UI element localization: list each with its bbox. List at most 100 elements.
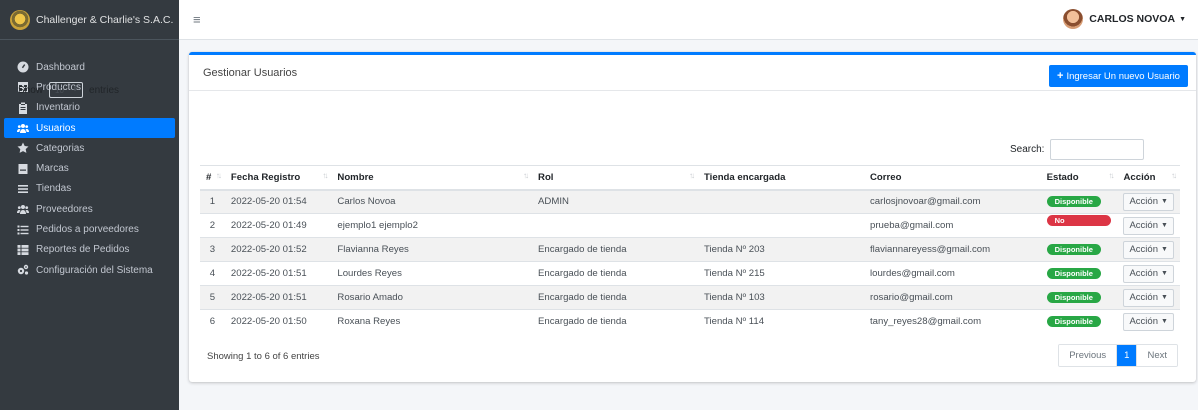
cell-correo: lourdes@gmail.com: [864, 261, 1041, 286]
caret-down-icon: ▼: [1160, 222, 1168, 229]
header-correo[interactable]: Correo: [864, 165, 1041, 191]
sort-icon: ↑↓: [215, 171, 222, 180]
action-dropdown-button[interactable]: Acción ▼: [1123, 288, 1174, 307]
entries-label: entries: [89, 84, 120, 96]
status-badge: No Disponible: [1046, 214, 1112, 236]
header-rol[interactable]: Rol ↑↓: [532, 165, 698, 191]
box-icon: [16, 163, 30, 175]
show-label: Show: [18, 84, 44, 96]
cell-estado: Disponible: [1040, 189, 1118, 214]
sidebar-item-proveedores[interactable]: Proveedores: [4, 199, 175, 219]
cell-accion: Acción ▼: [1117, 213, 1180, 238]
table-row: 5 2022-05-20 01:51 Rosario Amado Encarga…: [200, 285, 1180, 310]
header-num[interactable]: # ↑↓: [200, 165, 225, 191]
list-icon: [16, 224, 30, 236]
table-row: 6 2022-05-20 01:50 Roxana Reyes Encargad…: [200, 309, 1180, 334]
th-list-icon: [16, 244, 30, 256]
users-icon: [16, 122, 30, 134]
sidebar-item-label: Usuarios: [36, 122, 76, 134]
length-control: Show 10 ⬍ entries: [18, 82, 119, 98]
cell-correo: prueba@gmail.com: [864, 213, 1041, 238]
menu-toggle-icon[interactable]: ≡: [193, 12, 201, 27]
cell-nombre: Lourdes Reyes: [331, 261, 533, 286]
cell-fecha: 2022-05-20 01:50: [224, 309, 332, 334]
entries-value: 10: [55, 85, 64, 95]
sort-icon: ↑↓: [1171, 171, 1177, 180]
header-estado[interactable]: Estado ↑↓: [1040, 165, 1118, 191]
search-input[interactable]: [1050, 139, 1145, 160]
cell-nombre: Rosario Amado: [331, 285, 533, 310]
cell-fecha: 2022-05-20 01:51: [224, 261, 332, 286]
sort-icon: ↑↓: [523, 171, 529, 180]
action-dropdown-button[interactable]: Acción ▼: [1123, 240, 1174, 259]
action-dropdown-button[interactable]: Acción ▼: [1123, 192, 1174, 211]
cell-accion: Acción ▼: [1117, 285, 1180, 310]
cell-tienda: [698, 189, 864, 214]
action-dropdown-button[interactable]: Acción ▼: [1123, 216, 1174, 235]
sidebar-item-reportes[interactable]: Reportes de Pedidos: [4, 240, 175, 260]
cell-correo: flaviannareyess@gmail.com: [864, 237, 1041, 262]
cell-num: 4: [200, 261, 225, 286]
cell-accion: Acción ▼: [1117, 261, 1180, 286]
cell-estado: Disponible: [1040, 237, 1118, 262]
sort-icon: ↑↓: [1108, 171, 1114, 180]
sidebar-item-tiendas[interactable]: Tiendas: [4, 179, 175, 199]
pagination-previous[interactable]: Previous: [1059, 345, 1117, 366]
cell-estado: No Disponible: [1040, 213, 1118, 238]
sort-icon: ↑↓: [689, 171, 695, 180]
sidebar-item-configuracion[interactable]: Configuración del Sistema: [4, 260, 175, 280]
sidebar-item-marcas[interactable]: Marcas: [4, 158, 175, 178]
table-header-row: # ↑↓ Fecha Registro ↑↓ Nombre ↑↓ Rol ↑↓ Tien…: [200, 165, 1180, 191]
header-accion[interactable]: Acción ↑↓: [1117, 165, 1180, 191]
cogs-icon: [16, 264, 30, 276]
table-info: Showing 1 to 6 of 6 entries: [207, 351, 320, 362]
brand-logo: [10, 9, 30, 30]
table-row: 3 2022-05-20 01:52 Flavianna Reyes Encar…: [200, 237, 1180, 262]
status-badge: Disponible: [1046, 292, 1101, 303]
add-user-button-label: Ingresar Un nuevo Usuario: [1066, 70, 1180, 82]
pagination-page-1[interactable]: 1: [1116, 345, 1137, 366]
cell-rol: ADMIN: [532, 189, 698, 214]
pagination-next[interactable]: Next: [1136, 345, 1177, 366]
user-menu[interactable]: CARLOS NOVOA ▼: [1063, 9, 1186, 29]
cell-estado: Disponible: [1040, 285, 1118, 310]
sidebar-item-inventario[interactable]: Inventario: [4, 98, 175, 118]
sidebar-item-dashboard[interactable]: Dashboard: [4, 57, 175, 77]
cell-num: 2: [200, 213, 225, 238]
sidebar-item-label: Marcas: [36, 163, 69, 175]
sidebar-item-label: Pedidos a porveedores: [36, 224, 139, 236]
cell-tienda: [698, 213, 864, 238]
entries-select[interactable]: 10 ⬍: [49, 82, 84, 98]
cell-tienda: Tienda Nº 215: [698, 261, 864, 286]
cell-correo: rosario@gmail.com: [864, 285, 1041, 310]
sidebar-item-categorias[interactable]: Categorias: [4, 138, 175, 158]
topbar: ≡ CARLOS NOVOA ▼: [179, 0, 1198, 40]
page-title: Gestionar Usuarios: [203, 67, 298, 79]
sidebar-nav: Dashboard Productos Inventario Usuarios …: [0, 40, 179, 280]
sidebar-item-usuarios[interactable]: Usuarios: [4, 117, 175, 139]
cell-num: 1: [200, 189, 225, 214]
cell-fecha: 2022-05-20 01:51: [224, 285, 332, 310]
search-label: Search:: [1010, 144, 1045, 155]
header-nombre[interactable]: Nombre ↑↓: [331, 165, 533, 191]
cell-rol: Encargado de tienda: [532, 285, 698, 310]
card-header: Gestionar Usuarios + Ingresar Un nuevo U…: [189, 55, 1196, 91]
action-dropdown-button[interactable]: Acción ▼: [1123, 312, 1174, 331]
action-dropdown-button[interactable]: Acción ▼: [1123, 264, 1174, 283]
cell-rol: Encargado de tienda: [532, 261, 698, 286]
sidebar-item-pedidos[interactable]: Pedidos a porveedores: [4, 219, 175, 239]
brand[interactable]: Challenger & Charlie's S.A.C.: [0, 0, 179, 40]
add-user-button[interactable]: + Ingresar Un nuevo Usuario: [1049, 65, 1188, 87]
cell-tienda: Tienda Nº 203: [698, 237, 864, 262]
bars-icon: [16, 183, 30, 195]
sidebar-item-label: Categorias: [36, 142, 85, 154]
cell-estado: Disponible: [1040, 309, 1118, 334]
caret-down-icon: ▼: [1160, 294, 1168, 301]
caret-down-icon: ▼: [1160, 270, 1168, 277]
header-fecha[interactable]: Fecha Registro ↑↓: [224, 165, 332, 191]
select-arrows-icon: ⬍: [72, 86, 79, 93]
status-badge: Disponible: [1046, 268, 1101, 279]
cell-accion: Acción ▼: [1117, 309, 1180, 334]
header-tienda[interactable]: Tienda encargada: [698, 165, 864, 191]
cell-num: 3: [200, 237, 225, 262]
